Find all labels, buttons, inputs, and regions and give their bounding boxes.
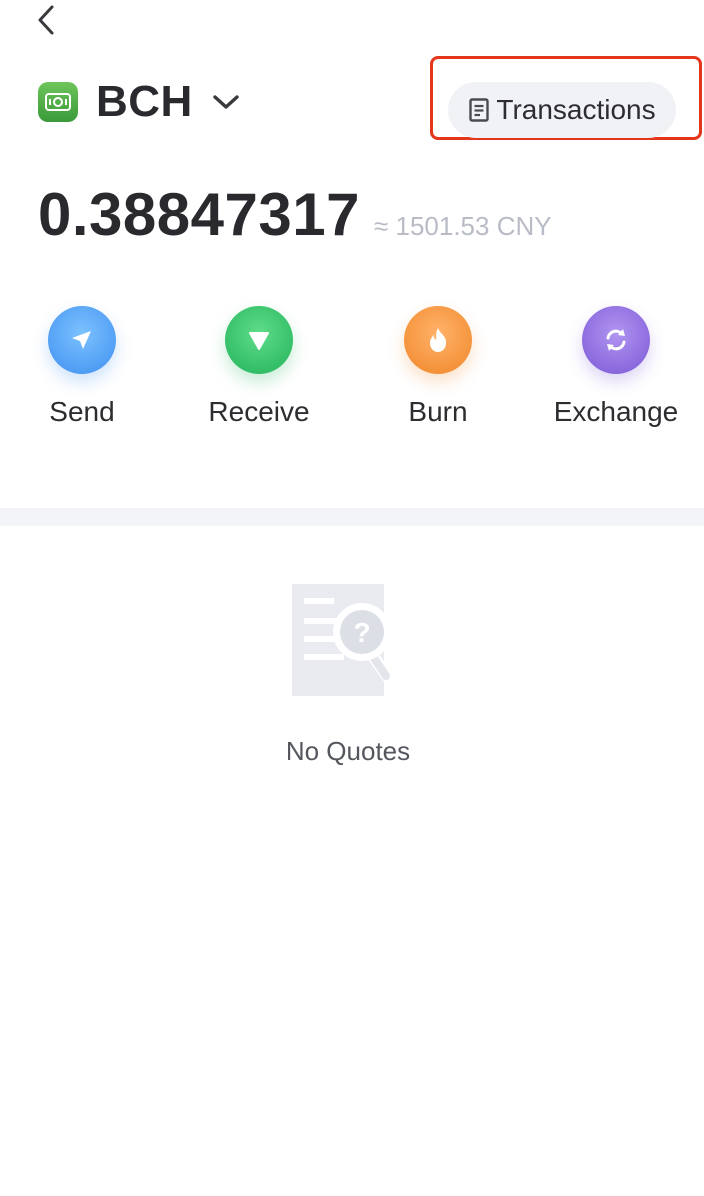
coin-symbol: BCH bbox=[96, 77, 193, 126]
transactions-label: Transactions bbox=[496, 94, 656, 125]
back-button[interactable] bbox=[26, 0, 66, 40]
document-search-icon: ? bbox=[286, 578, 396, 702]
receive-arrow-icon bbox=[225, 306, 293, 374]
bch-logo-icon bbox=[38, 82, 78, 122]
chevron-down-icon bbox=[211, 87, 241, 117]
balance-amount: 0.38847317 bbox=[38, 181, 360, 248]
flame-icon bbox=[404, 306, 472, 374]
section-divider bbox=[0, 508, 704, 526]
burn-label: Burn bbox=[408, 396, 468, 427]
exchange-label: Exchange bbox=[553, 396, 679, 427]
exchange-button[interactable]: Exchange bbox=[536, 306, 696, 428]
exchange-icon bbox=[582, 306, 650, 374]
svg-text:?: ? bbox=[353, 617, 370, 648]
send-label: Send bbox=[49, 396, 115, 427]
transactions-button[interactable]: Transactions bbox=[448, 82, 676, 138]
balance-fiat-value: ≈ 1501.53 CNY bbox=[374, 211, 552, 241]
coin-selector[interactable]: BCH bbox=[38, 72, 241, 132]
send-arrow-icon bbox=[48, 306, 116, 374]
empty-state-text: No Quotes bbox=[285, 736, 411, 766]
send-button[interactable]: Send bbox=[2, 306, 162, 428]
receive-button[interactable]: Receive bbox=[179, 306, 339, 428]
chevron-left-icon bbox=[38, 5, 54, 35]
balance: 0.38847317 ≈ 1501.53 CNY bbox=[38, 180, 552, 249]
receive-label: Receive bbox=[208, 396, 310, 427]
burn-button[interactable]: Burn bbox=[358, 306, 518, 428]
document-icon bbox=[468, 97, 490, 123]
action-bar: Send Receive Burn Exchange bbox=[0, 306, 704, 446]
